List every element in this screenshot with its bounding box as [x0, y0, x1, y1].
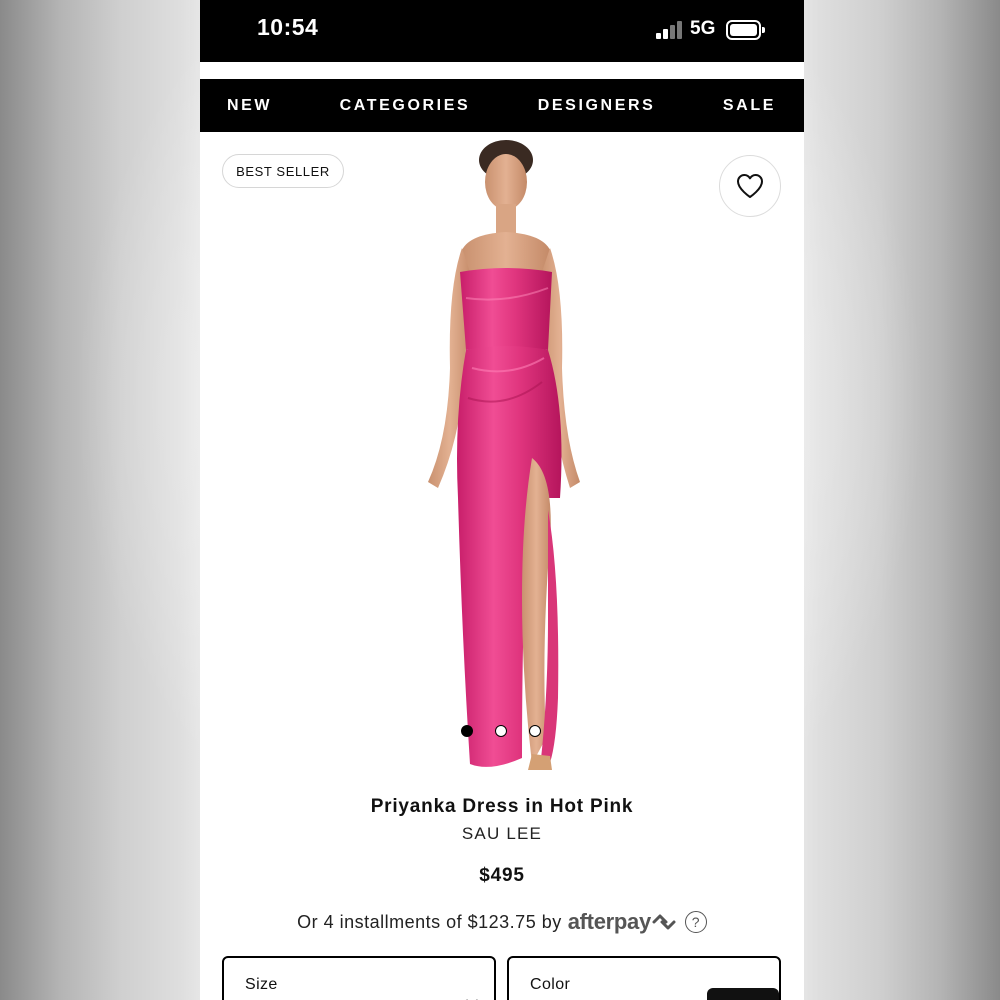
best-seller-badge: BEST SELLER — [222, 154, 344, 188]
status-bar: 10:54 5G — [200, 0, 804, 62]
main-nav: NEW CATEGORIES DESIGNERS SALE — [200, 79, 804, 132]
nav-categories[interactable]: CATEGORIES — [340, 97, 471, 115]
heart-icon — [737, 174, 763, 198]
nav-sale[interactable]: SALE — [723, 97, 776, 115]
nav-designers[interactable]: DESIGNERS — [538, 97, 656, 115]
network-label: 5G — [690, 18, 716, 39]
wishlist-button[interactable] — [719, 155, 781, 217]
question-icon[interactable]: ? — [684, 911, 707, 933]
carousel-dot-1[interactable] — [461, 725, 473, 737]
product-title: Priyanka Dress in Hot Pink — [370, 796, 634, 817]
product-price: $495 — [479, 865, 525, 886]
product-brand[interactable]: SAU LEE — [200, 824, 804, 844]
battery-icon — [726, 20, 765, 40]
afterpay-logo[interactable]: afterpay — [568, 909, 677, 935]
installments-text: Or 4 installments of $123.75 by — [297, 911, 562, 932]
color-swatch-chip — [707, 988, 779, 1000]
carousel-dot-2[interactable] — [495, 725, 507, 737]
size-select[interactable]: Size — [222, 956, 496, 1000]
carousel-dots — [461, 725, 541, 737]
status-time: 10:54 — [257, 14, 319, 40]
carousel-dot-3[interactable] — [529, 725, 541, 737]
afterpay-wordmark: afterpay — [567, 909, 652, 934]
product-image[interactable] — [410, 138, 594, 784]
signal-icon — [656, 21, 684, 39]
nav-new[interactable]: NEW — [227, 97, 272, 115]
installments-row: Or 4 installments of $123.75 by afterpay… — [200, 907, 804, 937]
color-select-label: Color — [530, 976, 571, 993]
phone-screen: 10:54 5G NEW CATEGORIES DESIGNERS SALE B… — [200, 0, 804, 1000]
size-select-label: Size — [245, 976, 278, 993]
afterpay-arrows-icon — [652, 914, 676, 930]
color-select[interactable]: Color — [507, 956, 781, 1000]
chevron-down-icon — [466, 994, 478, 1000]
